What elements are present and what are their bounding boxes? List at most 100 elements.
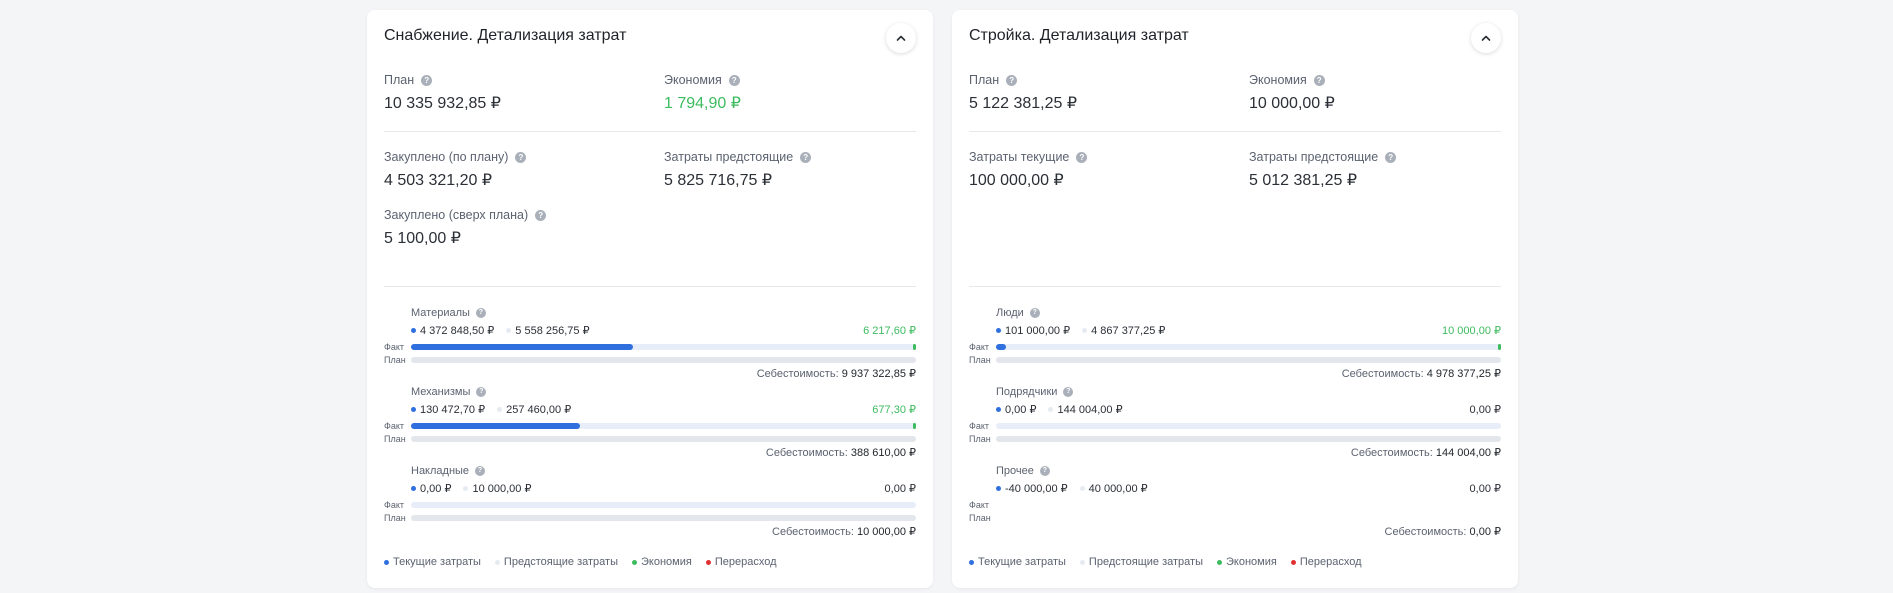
legend-economy: Экономия [641,556,692,568]
metric-value: 5 122 381,25 ₽ [969,95,1078,112]
fact-label: Факт [384,342,405,352]
upcoming-dot-icon [1079,559,1085,565]
plan-bar [996,436,1501,442]
category-people: Люди? 101 000,00 ₽ 4 867 377,25 ₽ 10 000… [969,307,1501,383]
metric-value: 100 000,00 ₽ [969,172,1064,189]
metric-value: 5 012 381,25 ₽ [1249,172,1358,189]
chevron-up-icon [1481,35,1491,41]
question-circle-icon[interactable]: ? [515,151,527,163]
divider [384,286,916,287]
cost-row: Себестоимость: 9 937 322,85 ₽ [757,367,916,380]
metric-label: Закуплено (по плану) [384,150,509,164]
cost-label: Себестоимость: [772,526,854,538]
metric-label: Затраты предстоящие [1249,150,1379,164]
plan-label: План [384,434,406,444]
question-circle-icon[interactable]: ? [1006,74,1018,86]
fact-label: Факт [969,342,990,352]
cost-value: 9 937 322,85 ₽ [841,368,916,380]
economy-bar-marker [913,344,916,350]
plan-bar [411,515,916,521]
question-circle-icon[interactable]: ? [1385,151,1397,163]
overspend-dot-icon [1290,559,1296,565]
plan-label: План [969,355,991,365]
upcoming-cost-value: 10 000,00 ₽ [472,483,532,495]
upcoming-dot-icon [463,486,469,491]
fact-bar [411,423,916,429]
cost-value: 0,00 ₽ [1469,526,1501,538]
plan-bar [411,357,916,363]
plan-label: План [969,513,991,523]
category-machinery: Механизмы? 130 472,70 ₽ 257 460,00 ₽ 677… [384,386,916,462]
plan-bar [411,436,916,442]
legend-upcoming: Предстоящие затраты [1088,556,1203,568]
current-cost-value: 4 372 848,50 ₽ [420,325,495,337]
cost-value: 10 000,00 ₽ [857,526,916,538]
metric-label: План [969,73,1000,87]
question-circle-icon[interactable]: ? [1313,74,1325,86]
economy-bar-marker [913,423,916,429]
question-circle-icon[interactable]: ? [1029,308,1040,318]
metric-label: Затраты текущие [969,150,1070,164]
upcoming-dot-icon [494,559,500,565]
card-supply-cost-details: Снабжение. Детализация затрат План? 10 3… [367,10,933,588]
current-dot-icon [996,407,1001,412]
economy-dot-icon [632,559,637,565]
economy-value: 6 217,60 ₽ [863,325,916,337]
metric-purchased-planned: Закуплено (по плану)? 4 503 321,20 ₽ [384,150,527,190]
metric-economy: Экономия? 10 000,00 ₽ [1249,73,1335,113]
question-circle-icon[interactable]: ? [800,151,812,163]
current-dot-icon [411,328,416,333]
upcoming-cost-value: 144 004,00 ₽ [1057,404,1123,416]
upcoming-dot-icon [497,407,503,412]
chart-legend: Текущие затраты Предстоящие затраты Экон… [969,556,1376,568]
question-circle-icon[interactable]: ? [421,74,433,86]
question-circle-icon[interactable]: ? [475,466,486,476]
upcoming-cost-value: 5 558 256,75 ₽ [515,325,590,337]
question-circle-icon[interactable]: ? [1076,151,1088,163]
question-circle-icon[interactable]: ? [535,209,547,221]
category-name: Накладные [411,465,470,477]
fact-bar-fill [411,344,634,350]
current-dot-icon [996,486,1001,491]
category-name: Подрядчики [996,386,1058,398]
plan-label: План [384,355,406,365]
economy-value: 0,00 ₽ [1469,404,1501,416]
upcoming-cost-value: 40 000,00 ₽ [1088,483,1148,495]
collapse-button[interactable] [886,23,916,53]
current-cost-value: 0,00 ₽ [1005,404,1037,416]
question-circle-icon[interactable]: ? [476,387,487,397]
plan-label: План [969,434,991,444]
current-dot-icon [411,407,416,412]
economy-value: 677,30 ₽ [872,404,916,416]
question-circle-icon[interactable]: ? [1063,387,1074,397]
economy-dot-icon [1217,559,1222,565]
plan-bar [996,357,1501,363]
fact-bar [996,344,1501,350]
metric-label: Закуплено (сверх плана) [384,208,529,222]
metric-label: Экономия [1249,73,1307,87]
cost-row: Себестоимость: 10 000,00 ₽ [772,525,916,538]
question-circle-icon[interactable]: ? [475,308,486,318]
divider [969,131,1501,132]
upcoming-dot-icon [506,328,512,333]
category-name: Материалы [411,307,470,319]
fact-bar [411,344,916,350]
metric-value: 5 825 716,75 ₽ [664,172,773,189]
fact-bar [411,502,916,508]
metric-current-costs: Затраты текущие? 100 000,00 ₽ [969,150,1088,190]
collapse-button[interactable] [1471,23,1501,53]
cost-row: Себестоимость: 388 610,00 ₽ [766,446,916,459]
metric-label: План [384,73,415,87]
category-other: Прочее? -40 000,00 ₽ 40 000,00 ₽ 0,00 ₽ … [969,465,1501,541]
category-overhead: Накладные? 0,00 ₽ 10 000,00 ₽ 0,00 ₽ Фак… [384,465,916,541]
divider [969,286,1501,287]
cost-row: Себестоимость: 4 978 377,25 ₽ [1342,367,1501,380]
question-circle-icon[interactable]: ? [728,74,740,86]
current-dot-icon [384,559,389,565]
overspend-dot-icon [705,559,711,565]
cost-value: 4 978 377,25 ₽ [1426,368,1501,380]
current-cost-value: 130 472,70 ₽ [420,404,486,416]
current-cost-value: 101 000,00 ₽ [1005,325,1071,337]
question-circle-icon[interactable]: ? [1039,466,1050,476]
current-cost-value: 0,00 ₽ [420,483,452,495]
